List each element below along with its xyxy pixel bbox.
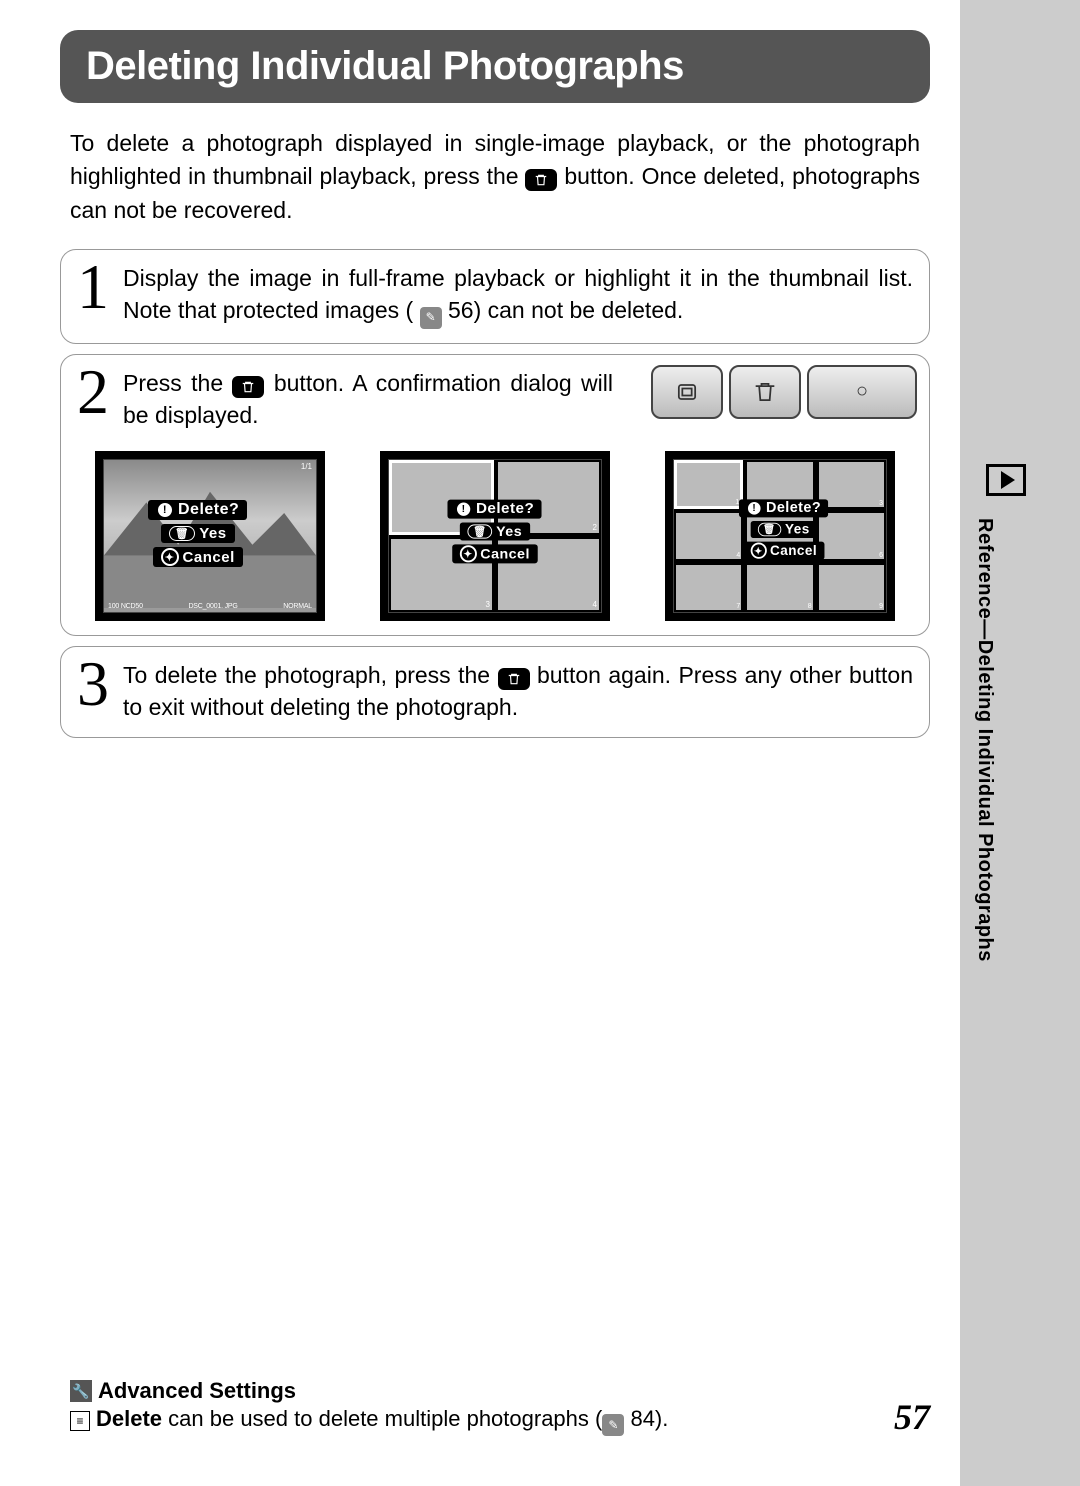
- step-1-box: 1 Display the image in full-frame playba…: [60, 249, 930, 344]
- camera-trash-button: [729, 365, 801, 419]
- dialog-delete-label: Delete?: [476, 501, 534, 518]
- footer-block: 🔧 Advanced Settings ≡ Delete can be used…: [70, 1378, 870, 1436]
- thumb-cell: 9: [817, 563, 886, 612]
- screen-1-folder: 100 NCD50: [108, 603, 143, 610]
- thumb-cell: 8: [745, 563, 814, 612]
- step-3-text: To delete the photograph, press the butt…: [123, 657, 913, 723]
- dialog-cancel-label: Cancel: [770, 543, 817, 558]
- screen-1-filename: DSC_0001. JPG: [188, 603, 237, 610]
- footer-text-c: 84).: [624, 1406, 668, 1431]
- footer-text-b: can be used to delete multiple photograp…: [162, 1406, 602, 1431]
- footer-delete-label: Delete: [96, 1406, 162, 1431]
- page-ref-icon: ✎: [602, 1414, 624, 1436]
- delete-dialog: !Delete? 🗑Yes ✦Cancel: [739, 499, 828, 559]
- screen-1-footer: 100 NCD50 DSC_0001. JPG NORMAL: [108, 603, 312, 610]
- dialog-yes-label: Yes: [785, 522, 810, 537]
- footer-title: 🔧 Advanced Settings: [70, 1378, 870, 1404]
- page-ref-icon: ✎: [420, 307, 442, 329]
- delete-dialog: !Delete? 🗑Yes ✦Cancel: [447, 500, 541, 564]
- footer-text: ≡ Delete can be used to delete multiple …: [70, 1406, 870, 1436]
- step-1-text: Display the image in full-frame playback…: [123, 260, 913, 329]
- thumb-cell: 7: [674, 563, 743, 612]
- trash-icon: [232, 376, 264, 398]
- dialog-yes-label: Yes: [199, 525, 226, 542]
- delete-dialog: !Delete? 🗑Yes ✦Cancel: [148, 500, 247, 567]
- footer-title-text: Advanced Settings: [98, 1378, 296, 1404]
- step-1-text-b: 56) can not be deleted.: [448, 297, 683, 323]
- page-number: 57: [894, 1396, 930, 1438]
- thumb-cell: 1: [674, 460, 743, 509]
- screen-1-quality: NORMAL: [283, 603, 312, 610]
- camera-display-button: [651, 365, 723, 419]
- thumb-cell: 4: [674, 511, 743, 560]
- step-3-box: 3 To delete the photograph, press the bu…: [60, 646, 930, 738]
- intro-paragraph: To delete a photograph displayed in sing…: [70, 127, 920, 227]
- section-banner: Deleting Individual Photographs: [60, 30, 930, 103]
- screen-9up: 1 2 3 4 5 6 7 8 9 !Delete? 🗑Yes: [665, 451, 895, 621]
- dialog-yes-label: Yes: [496, 523, 522, 539]
- camera-round-button: ○: [807, 365, 917, 419]
- menu-icon: ≡: [70, 1411, 90, 1431]
- screen-4up: 1 2 3 4 !Delete? 🗑Yes ✦Cancel: [380, 451, 610, 621]
- screen-1-counter: 1/1: [301, 462, 312, 471]
- step-2-text-a: Press the: [123, 370, 232, 396]
- trash-icon: [498, 668, 530, 690]
- wrench-icon: 🔧: [70, 1380, 92, 1402]
- screen-full-frame: 1/1 !Delete? 🗑Yes ✦Cancel 100 NCD50 DSC_…: [95, 451, 325, 621]
- step-3-number: 3: [77, 657, 115, 711]
- trash-icon: [525, 169, 557, 191]
- step-1-number: 1: [77, 260, 115, 314]
- camera-buttons-illustration: ○: [651, 365, 917, 419]
- dialog-cancel-label: Cancel: [480, 546, 530, 562]
- step-2-box: 2 Press the button. A confirmation dialo…: [60, 354, 930, 636]
- dialog-cancel-label: Cancel: [183, 549, 235, 566]
- dialog-delete-label: Delete?: [178, 501, 239, 519]
- step-3-text-a: To delete the photograph, press the: [123, 662, 498, 688]
- dialog-delete-label: Delete?: [766, 500, 821, 516]
- step-2-number: 2: [77, 365, 115, 419]
- step-2-text: Press the button. A confirmation dialog …: [123, 365, 613, 431]
- page-title: Deleting Individual Photographs: [86, 44, 904, 89]
